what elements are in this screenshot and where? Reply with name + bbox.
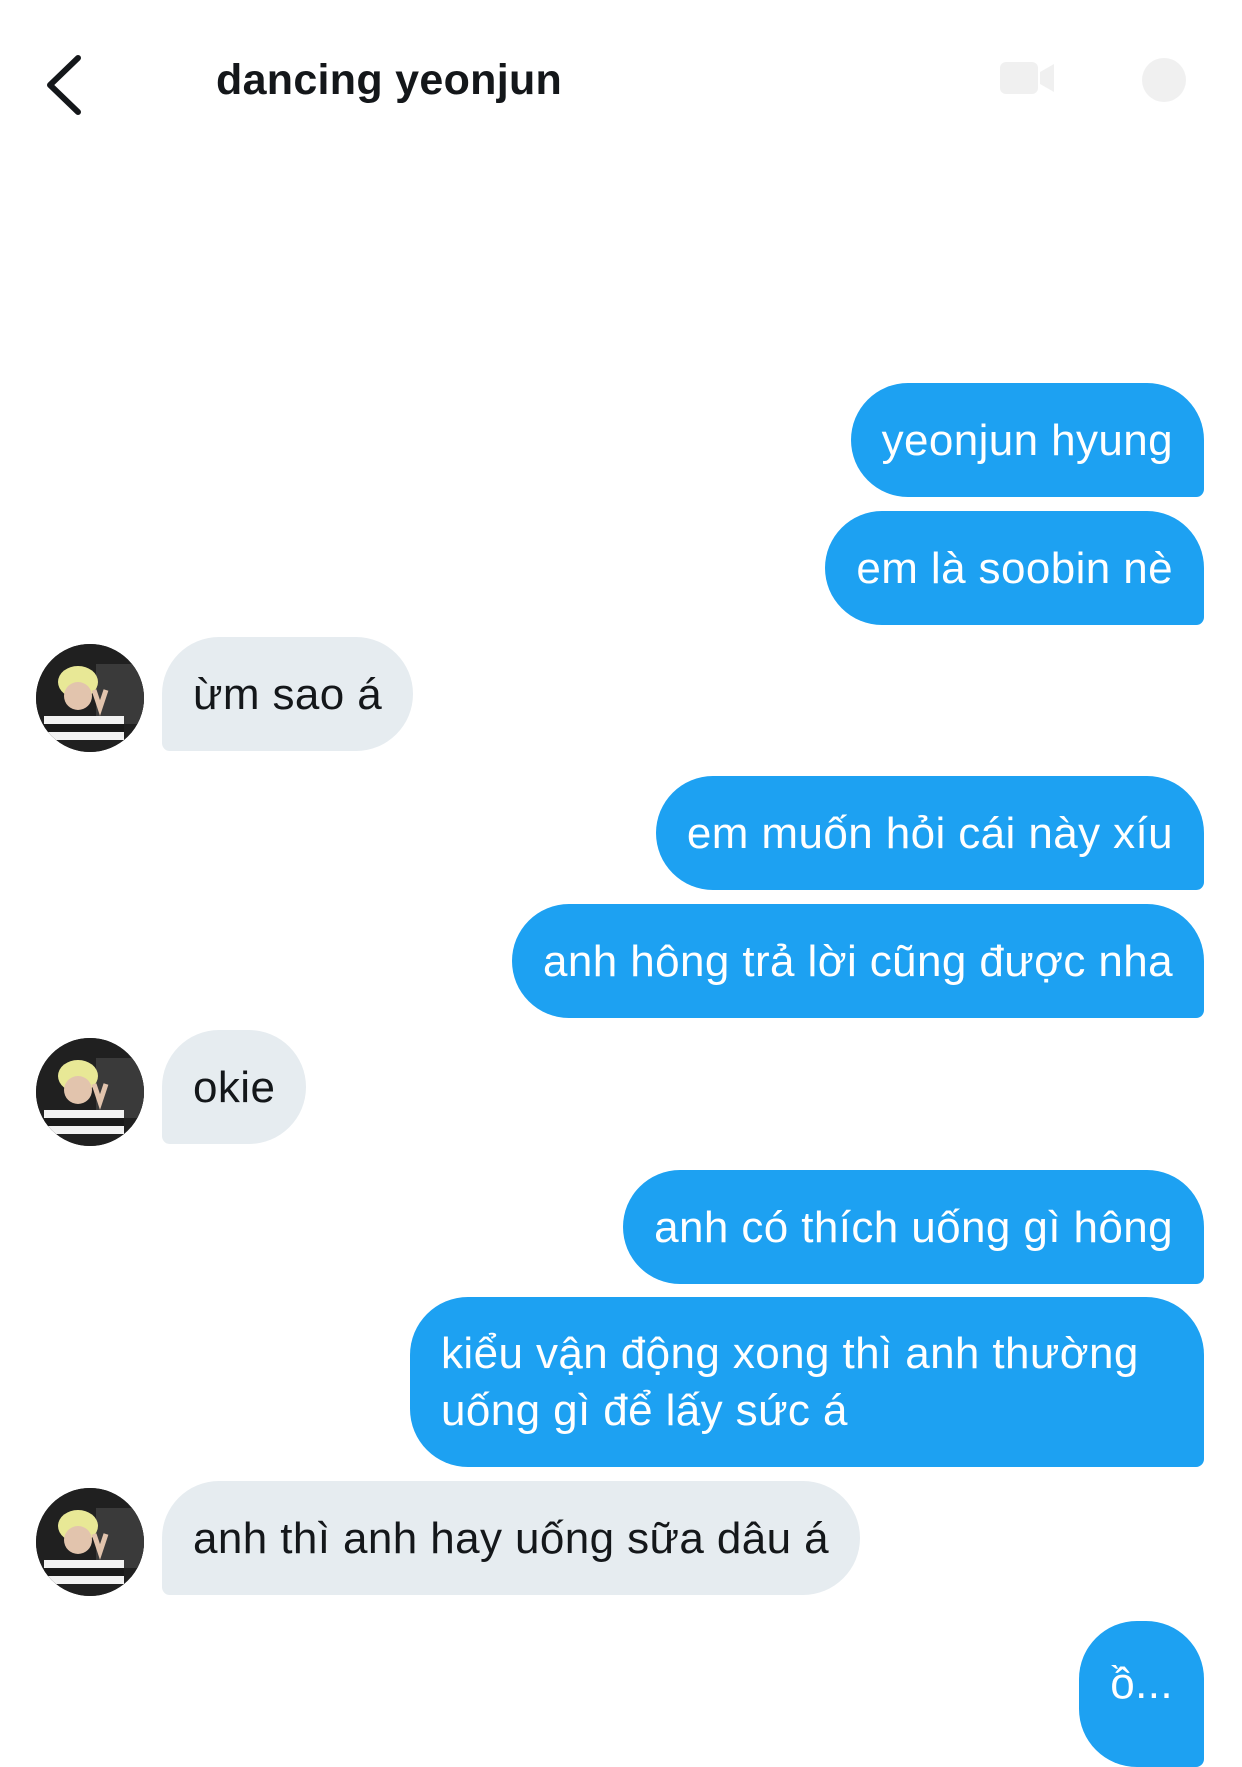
message-outgoing[interactable]: kiểu vận động xong thì anh thường uống g… [410,1297,1204,1467]
chevron-left-icon [47,55,81,115]
message-outgoing[interactable]: em muốn hỏi cái này xíu [655,776,1204,890]
back-button[interactable] [40,50,96,120]
info-icon[interactable] [1140,56,1188,104]
message-incoming[interactable]: okie [162,1030,307,1144]
message-incoming[interactable]: anh thì anh hay uống sữa dâu á [162,1481,860,1595]
message-outgoing[interactable]: anh có thích uống gì hông [623,1170,1204,1284]
avatar[interactable] [36,644,144,752]
message-outgoing[interactable]: yeonjun hyung [850,383,1204,497]
message-outgoing[interactable]: em là soobin nè [825,511,1204,625]
avatar-photo-icon [36,1488,144,1596]
avatar[interactable] [36,1038,144,1146]
avatar-photo-icon [36,1038,144,1146]
message-incoming[interactable]: ừm sao á [162,637,414,751]
avatar-photo-icon [36,644,144,752]
video-icon[interactable] [998,58,1056,98]
conversation-header: dancing yeonjun [0,0,1242,170]
avatar[interactable] [36,1488,144,1596]
message-outgoing[interactable]: anh hông trả lời cũng được nha [512,904,1204,1018]
message-outgoing[interactable]: ồ... [1079,1621,1204,1767]
conversation-title[interactable]: dancing yeonjun [216,56,562,105]
